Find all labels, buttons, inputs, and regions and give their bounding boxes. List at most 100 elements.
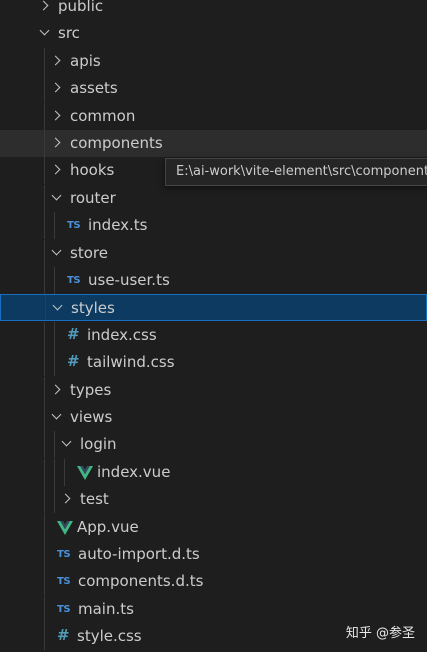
indent-guide: [44, 376, 45, 404]
ts-icon: TS: [67, 275, 81, 286]
indent-guide: [45, 295, 46, 321]
ts-icon: TS: [57, 603, 71, 615]
watermark: 知乎 @参圣: [345, 626, 415, 641]
indent-guide: [44, 157, 45, 185]
tree-folder-apis[interactable]: apis: [0, 47, 427, 75]
indent-guide: [44, 349, 45, 377]
indent-guide: [44, 321, 45, 349]
chevron-right-icon[interactable]: [48, 79, 64, 97]
tree-folder-styles[interactable]: styles: [0, 294, 427, 322]
indent-guide: [44, 267, 45, 294]
indent-guide: [44, 239, 45, 267]
tree-item-label: main.ts: [78, 599, 134, 618]
ts-icon: TS: [57, 576, 71, 588]
tree-item-label: public: [58, 0, 104, 15]
tree-folder-types[interactable]: types: [0, 376, 427, 404]
indent-guide: [54, 458, 55, 486]
tree-item-label: common: [70, 106, 136, 125]
tree-item-label: index.ts: [88, 216, 148, 235]
chevron-right-icon[interactable]: [48, 381, 64, 399]
tree-file-auto-import-d-ts[interactable]: TS auto-import.d.ts: [0, 541, 427, 568]
tree-file-use-user-ts[interactable]: TS use-user.ts: [0, 267, 427, 294]
tree-item-label: assets: [70, 79, 118, 98]
chevron-right-icon[interactable]: [48, 52, 64, 70]
indent-guide: [44, 431, 45, 459]
tree-item-label: hooks: [70, 161, 115, 180]
chevron-down-icon[interactable]: [48, 189, 64, 207]
tree-file-index-vue[interactable]: index.vue: [0, 458, 427, 486]
indent-guide: [54, 349, 55, 377]
indent-guide: [44, 184, 45, 212]
tree-item-label: App.vue: [77, 517, 139, 536]
tree-item-label: components.d.ts: [78, 572, 204, 591]
indent-guide: [44, 75, 45, 103]
indent-guide: [44, 541, 45, 568]
tree-folder-login[interactable]: login: [0, 431, 427, 459]
indent-guide: [54, 267, 55, 294]
tree-file-index-ts[interactable]: TS index.ts: [0, 212, 427, 240]
tree-item-label: apis: [70, 51, 101, 70]
tree-item-label: src: [58, 24, 80, 43]
ts-icon: TS: [57, 549, 71, 560]
tree-folder-components[interactable]: components: [0, 130, 427, 157]
tree-item-label: store: [70, 243, 108, 262]
chevron-right-icon[interactable]: [48, 134, 64, 152]
tree-item-label: login: [80, 435, 117, 454]
indent-guide: [64, 458, 65, 486]
chevron-down-icon[interactable]: [48, 408, 64, 426]
tree-item-label: styles: [71, 299, 115, 318]
indent-guide: [44, 513, 45, 541]
indent-guide: [54, 431, 55, 459]
chevron-right-icon[interactable]: [48, 107, 64, 125]
indent-guide: [44, 458, 45, 486]
indent-guide: [44, 568, 45, 596]
css-icon: #: [67, 324, 80, 343]
tree-folder-router[interactable]: router: [0, 184, 427, 212]
chevron-right-icon[interactable]: [58, 490, 74, 508]
file-explorer: public src apis assets common components hooks…: [0, 0, 427, 652]
chevron-down-icon[interactable]: [48, 244, 64, 262]
tree-item-label: tailwind.css: [87, 353, 175, 372]
indent-guide: [44, 486, 45, 514]
tree-folder-assets[interactable]: assets: [0, 75, 427, 103]
vue-icon: [57, 520, 73, 535]
tree-file-components-d-ts[interactable]: TS components.d.ts: [0, 568, 427, 596]
tree-folder-test[interactable]: test: [0, 486, 427, 514]
tree-file-tailwind-css[interactable]: # tailwind.css: [0, 349, 427, 377]
path-tooltip: E:\ai-work\vite-element\src\components: [165, 158, 427, 186]
chevron-right-icon[interactable]: [48, 161, 64, 179]
tree-file-main-ts[interactable]: TS main.ts: [0, 595, 427, 623]
tree-item-label: router: [70, 188, 116, 207]
tree-file-index-css[interactable]: # index.css: [0, 321, 427, 349]
tree-folder-store[interactable]: store: [0, 239, 427, 267]
tree-item-label: test: [80, 490, 109, 509]
tree-item-label: index.css: [87, 325, 157, 344]
tree-item-label: types: [70, 380, 112, 399]
indent-guide: [44, 212, 45, 240]
tree-item-label: use-user.ts: [88, 271, 170, 289]
indent-guide: [54, 212, 55, 240]
chevron-down-icon[interactable]: [58, 435, 74, 453]
tree-folder-src[interactable]: src: [0, 20, 427, 47]
indent-guide: [44, 47, 45, 75]
tree-folder-public[interactable]: public: [0, 0, 427, 20]
vue-icon: [77, 465, 93, 480]
ts-icon: TS: [67, 220, 81, 232]
tree-file-app-vue[interactable]: App.vue: [0, 513, 427, 541]
chevron-down-icon[interactable]: [36, 24, 52, 42]
indent-guide: [44, 102, 45, 130]
tree-item-label: views: [70, 408, 113, 426]
tree-item-label: style.css: [77, 627, 142, 646]
indent-guide: [44, 595, 45, 623]
indent-guide: [44, 404, 45, 431]
css-icon: #: [57, 626, 70, 645]
indent-guide: [54, 321, 55, 349]
chevron-down-icon[interactable]: [49, 299, 65, 317]
tree-folder-common[interactable]: common: [0, 102, 427, 130]
tree-folder-views[interactable]: views: [0, 404, 427, 431]
tree-item-label: components: [70, 134, 163, 152]
indent-guide: [44, 623, 45, 651]
indent-guide: [54, 486, 55, 514]
tree-item-label: auto-import.d.ts: [78, 545, 200, 563]
chevron-right-icon[interactable]: [36, 0, 52, 15]
